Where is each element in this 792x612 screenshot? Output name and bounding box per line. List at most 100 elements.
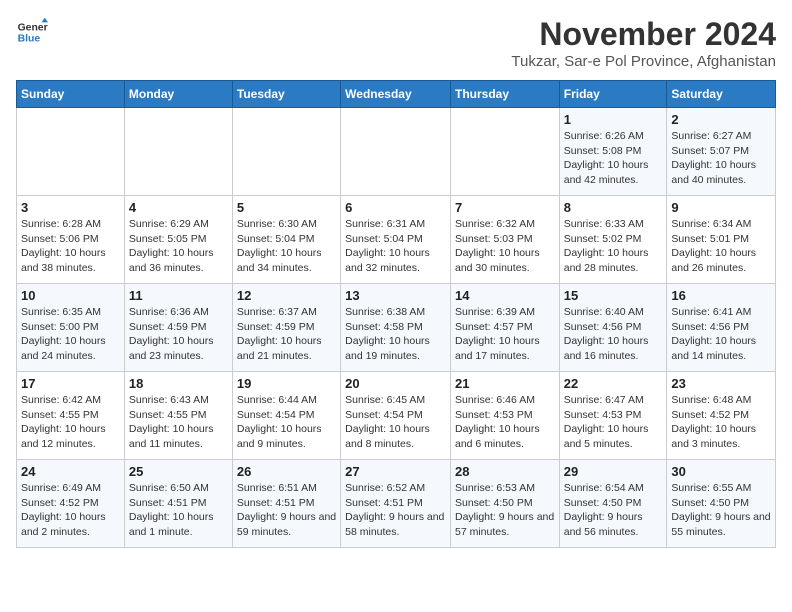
day-info: Sunrise: 6:39 AMSunset: 4:57 PMDaylight:… — [455, 305, 555, 364]
calendar-cell — [232, 108, 340, 196]
day-number: 13 — [345, 288, 446, 303]
weekday-header-thursday: Thursday — [450, 81, 559, 108]
day-number: 1 — [564, 112, 663, 127]
day-number: 29 — [564, 464, 663, 479]
weekday-header-sunday: Sunday — [17, 81, 125, 108]
svg-text:Blue: Blue — [18, 34, 41, 45]
calendar-cell: 23 Sunrise: 6:48 AMSunset: 4:52 PMDayligh… — [667, 372, 776, 460]
day-number: 28 — [455, 464, 555, 479]
weekday-header-friday: Friday — [559, 81, 667, 108]
calendar-cell: 9Sunrise: 6:34 AMSunset: 5:01 PMDaylight… — [667, 196, 776, 284]
day-number: 7 — [455, 200, 555, 215]
day-info: Sunrise: 6:30 AMSunset: 5:04 PMDaylight:… — [237, 217, 336, 276]
day-info: Sunrise: 6:48 AMSunset: 4:52 PMDaylight:… — [671, 393, 771, 452]
calendar-cell: 26 Sunrise: 6:51 AMSunset: 4:51 PMDayligh… — [232, 460, 340, 548]
day-number: 19 — [237, 376, 336, 391]
calendar-cell: 14 Sunrise: 6:39 AMSunset: 4:57 PMDayligh… — [450, 284, 559, 372]
calendar-cell: 17Sunrise: 6:42 AMSunset: 4:55 PMDayligh… — [17, 372, 125, 460]
day-info: Sunrise: 6:32 AMSunset: 5:03 PMDaylight:… — [455, 217, 555, 276]
weekday-header-row: SundayMondayTuesdayWednesdayThursdayFrid… — [17, 81, 776, 108]
day-number: 14 — [455, 288, 555, 303]
calendar-cell: 7 Sunrise: 6:32 AMSunset: 5:03 PMDaylight… — [450, 196, 559, 284]
day-number: 30 — [671, 464, 771, 479]
month-title: November 2024 — [511, 16, 776, 53]
day-number: 6 — [345, 200, 446, 215]
calendar-cell: 20Sunrise: 6:45 AMSunset: 4:54 PMDayligh… — [341, 372, 451, 460]
calendar-body: 1 Sunrise: 6:26 AMSunset: 5:08 PMDaylight… — [17, 108, 776, 548]
day-number: 23 — [671, 376, 771, 391]
calendar-cell: 12 Sunrise: 6:37 AMSunset: 4:59 PMDayligh… — [232, 284, 340, 372]
logo-icon: General Blue — [16, 16, 48, 48]
week-row-1: 1 Sunrise: 6:26 AMSunset: 5:08 PMDaylight… — [17, 108, 776, 196]
calendar-cell: 5 Sunrise: 6:30 AMSunset: 5:04 PMDaylight… — [232, 196, 340, 284]
calendar-cell: 27Sunrise: 6:52 AMSunset: 4:51 PMDayligh… — [341, 460, 451, 548]
day-number: 25 — [129, 464, 228, 479]
calendar-cell: 4 Sunrise: 6:29 AMSunset: 5:05 PMDaylight… — [124, 196, 232, 284]
day-number: 21 — [455, 376, 555, 391]
calendar-cell: 19 Sunrise: 6:44 AMSunset: 4:54 PMDayligh… — [232, 372, 340, 460]
calendar-cell — [17, 108, 125, 196]
day-number: 8 — [564, 200, 663, 215]
calendar-cell: 25Sunrise: 6:50 AMSunset: 4:51 PMDayligh… — [124, 460, 232, 548]
page-header: General Blue November 2024 Tukzar, Sar-e… — [16, 16, 776, 70]
calendar-cell — [341, 108, 451, 196]
day-number: 18 — [129, 376, 228, 391]
day-info: Sunrise: 6:28 AMSunset: 5:06 PMDaylight:… — [21, 217, 120, 276]
calendar-cell: 24 Sunrise: 6:49 AMSunset: 4:52 PMDayligh… — [17, 460, 125, 548]
day-info: Sunrise: 6:42 AMSunset: 4:55 PMDaylight:… — [21, 393, 120, 452]
calendar-cell: 11 Sunrise: 6:36 AMSunset: 4:59 PMDayligh… — [124, 284, 232, 372]
calendar-cell: 1 Sunrise: 6:26 AMSunset: 5:08 PMDaylight… — [559, 108, 667, 196]
day-info: Sunrise: 6:55 AMSunset: 4:50 PMDaylight:… — [671, 481, 771, 540]
location-title: Tukzar, Sar-e Pol Province, Afghanistan — [511, 53, 776, 70]
day-info: Sunrise: 6:26 AMSunset: 5:08 PMDaylight:… — [564, 129, 663, 188]
calendar-cell: 3 Sunrise: 6:28 AMSunset: 5:06 PMDaylight… — [17, 196, 125, 284]
day-number: 12 — [237, 288, 336, 303]
day-info: Sunrise: 6:49 AMSunset: 4:52 PMDaylight:… — [21, 481, 120, 540]
day-info: Sunrise: 6:46 AMSunset: 4:53 PMDaylight:… — [455, 393, 555, 452]
day-number: 4 — [129, 200, 228, 215]
calendar-cell: 16Sunrise: 6:41 AMSunset: 4:56 PMDayligh… — [667, 284, 776, 372]
day-number: 9 — [671, 200, 771, 215]
day-info: Sunrise: 6:53 AMSunset: 4:50 PMDaylight:… — [455, 481, 555, 540]
calendar-cell: 10 Sunrise: 6:35 AMSunset: 5:00 PMDayligh… — [17, 284, 125, 372]
day-info: Sunrise: 6:33 AMSunset: 5:02 PMDaylight:… — [564, 217, 663, 276]
day-info: Sunrise: 6:54 AMSunset: 4:50 PMDaylight:… — [564, 481, 663, 540]
day-number: 15 — [564, 288, 663, 303]
weekday-header-saturday: Saturday — [667, 81, 776, 108]
calendar-cell: 15Sunrise: 6:40 AMSunset: 4:56 PMDayligh… — [559, 284, 667, 372]
week-row-2: 3 Sunrise: 6:28 AMSunset: 5:06 PMDaylight… — [17, 196, 776, 284]
weekday-header-wednesday: Wednesday — [341, 81, 451, 108]
day-info: Sunrise: 6:44 AMSunset: 4:54 PMDaylight:… — [237, 393, 336, 452]
day-number: 3 — [21, 200, 120, 215]
day-number: 11 — [129, 288, 228, 303]
day-info: Sunrise: 6:29 AMSunset: 5:05 PMDaylight:… — [129, 217, 228, 276]
calendar-cell: 29 Sunrise: 6:54 AMSunset: 4:50 PMDayligh… — [559, 460, 667, 548]
logo: General Blue — [16, 16, 52, 48]
calendar-cell: 6 Sunrise: 6:31 AMSunset: 5:04 PMDaylight… — [341, 196, 451, 284]
day-info: Sunrise: 6:35 AMSunset: 5:00 PMDaylight:… — [21, 305, 120, 364]
day-info: Sunrise: 6:45 AMSunset: 4:54 PMDaylight:… — [345, 393, 446, 452]
day-info: Sunrise: 6:51 AMSunset: 4:51 PMDaylight:… — [237, 481, 336, 540]
day-number: 10 — [21, 288, 120, 303]
week-row-5: 24 Sunrise: 6:49 AMSunset: 4:52 PMDayligh… — [17, 460, 776, 548]
day-info: Sunrise: 6:31 AMSunset: 5:04 PMDaylight:… — [345, 217, 446, 276]
week-row-4: 17Sunrise: 6:42 AMSunset: 4:55 PMDayligh… — [17, 372, 776, 460]
day-info: Sunrise: 6:41 AMSunset: 4:56 PMDaylight:… — [671, 305, 771, 364]
day-info: Sunrise: 6:47 AMSunset: 4:53 PMDaylight:… — [564, 393, 663, 452]
day-info: Sunrise: 6:52 AMSunset: 4:51 PMDaylight:… — [345, 481, 446, 540]
calendar-cell: 22 Sunrise: 6:47 AMSunset: 4:53 PMDayligh… — [559, 372, 667, 460]
day-info: Sunrise: 6:36 AMSunset: 4:59 PMDaylight:… — [129, 305, 228, 364]
weekday-header-tuesday: Tuesday — [232, 81, 340, 108]
svg-text:General: General — [18, 22, 48, 33]
calendar-table: SundayMondayTuesdayWednesdayThursdayFrid… — [16, 80, 776, 548]
calendar-cell: 30 Sunrise: 6:55 AMSunset: 4:50 PMDayligh… — [667, 460, 776, 548]
day-info: Sunrise: 6:37 AMSunset: 4:59 PMDaylight:… — [237, 305, 336, 364]
calendar-cell: 21 Sunrise: 6:46 AMSunset: 4:53 PMDayligh… — [450, 372, 559, 460]
calendar-cell: 28 Sunrise: 6:53 AMSunset: 4:50 PMDayligh… — [450, 460, 559, 548]
day-number: 5 — [237, 200, 336, 215]
day-info: Sunrise: 6:43 AMSunset: 4:55 PMDaylight:… — [129, 393, 228, 452]
day-number: 22 — [564, 376, 663, 391]
day-info: Sunrise: 6:27 AMSunset: 5:07 PMDaylight:… — [671, 129, 771, 188]
day-number: 24 — [21, 464, 120, 479]
day-number: 26 — [237, 464, 336, 479]
